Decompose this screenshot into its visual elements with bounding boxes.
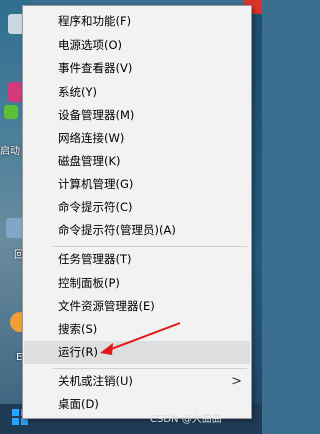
desktop-background-right (252, 0, 262, 434)
menu-item-label: 运行(R) (58, 345, 98, 359)
menu-item-label: 搜索(S) (58, 322, 98, 336)
desktop-app-icon-green[interactable] (4, 105, 18, 119)
desktop-label-start: 启动 (0, 146, 20, 157)
watermark-text: CSDN @大曲曲 (150, 414, 222, 425)
menu-separator (53, 368, 247, 369)
menu-item-task-manager[interactable]: 任务管理器(T) (24, 248, 250, 271)
menu-item-command-prompt-admin[interactable]: 命令提示符(管理员)(A) (24, 219, 250, 242)
menu-item-label: 桌面(D) (58, 397, 99, 411)
chevron-right-icon: > (231, 374, 242, 389)
menu-item-event-viewer[interactable]: 事件查看器(V) (24, 57, 250, 80)
menu-item-file-explorer[interactable]: 文件资源管理器(E) (24, 295, 250, 318)
menu-item-label: 网络连接(W) (58, 131, 125, 145)
menu-item-label: 任务管理器(T) (58, 252, 132, 266)
winx-context-menu: 程序和功能(F) 电源选项(O) 事件查看器(V) 系统(Y) 设备管理器(M)… (22, 5, 252, 419)
menu-item-label: 计算机管理(G) (58, 177, 134, 191)
menu-item-label: 磁盘管理(K) (58, 154, 121, 168)
menu-item-label: 程序和功能(F) (58, 14, 132, 28)
menu-item-label: 事件查看器(V) (58, 61, 133, 75)
menu-item-power-options[interactable]: 电源选项(O) (24, 34, 250, 57)
menu-item-label: 设备管理器(M) (58, 108, 135, 122)
menu-item-command-prompt[interactable]: 命令提示符(C) (24, 196, 250, 219)
menu-item-shutdown-signout[interactable]: 关机或注销(U) > (24, 370, 250, 393)
menu-item-device-manager[interactable]: 设备管理器(M) (24, 104, 250, 127)
menu-item-label: 文件资源管理器(E) (58, 299, 155, 313)
menu-item-computer-management[interactable]: 计算机管理(G) (24, 173, 250, 196)
menu-item-system[interactable]: 系统(Y) (24, 81, 250, 104)
menu-separator (53, 246, 247, 247)
menu-item-label: 命令提示符(管理员)(A) (58, 223, 176, 237)
menu-item-network-connections[interactable]: 网络连接(W) (24, 127, 250, 150)
menu-item-search[interactable]: 搜索(S) (24, 318, 250, 341)
menu-item-programs-features[interactable]: 程序和功能(F) (24, 10, 250, 33)
menu-item-label: 电源选项(O) (58, 38, 123, 52)
menu-item-label: 关机或注销(U) (58, 374, 133, 388)
menu-item-label: 控制面板(P) (58, 276, 120, 290)
menu-item-disk-management[interactable]: 磁盘管理(K) (24, 150, 250, 173)
menu-item-control-panel[interactable]: 控制面板(P) (24, 272, 250, 295)
menu-item-label: 系统(Y) (58, 85, 97, 99)
menu-item-run[interactable]: 运行(R) (24, 341, 250, 364)
menu-item-label: 命令提示符(C) (58, 200, 133, 214)
